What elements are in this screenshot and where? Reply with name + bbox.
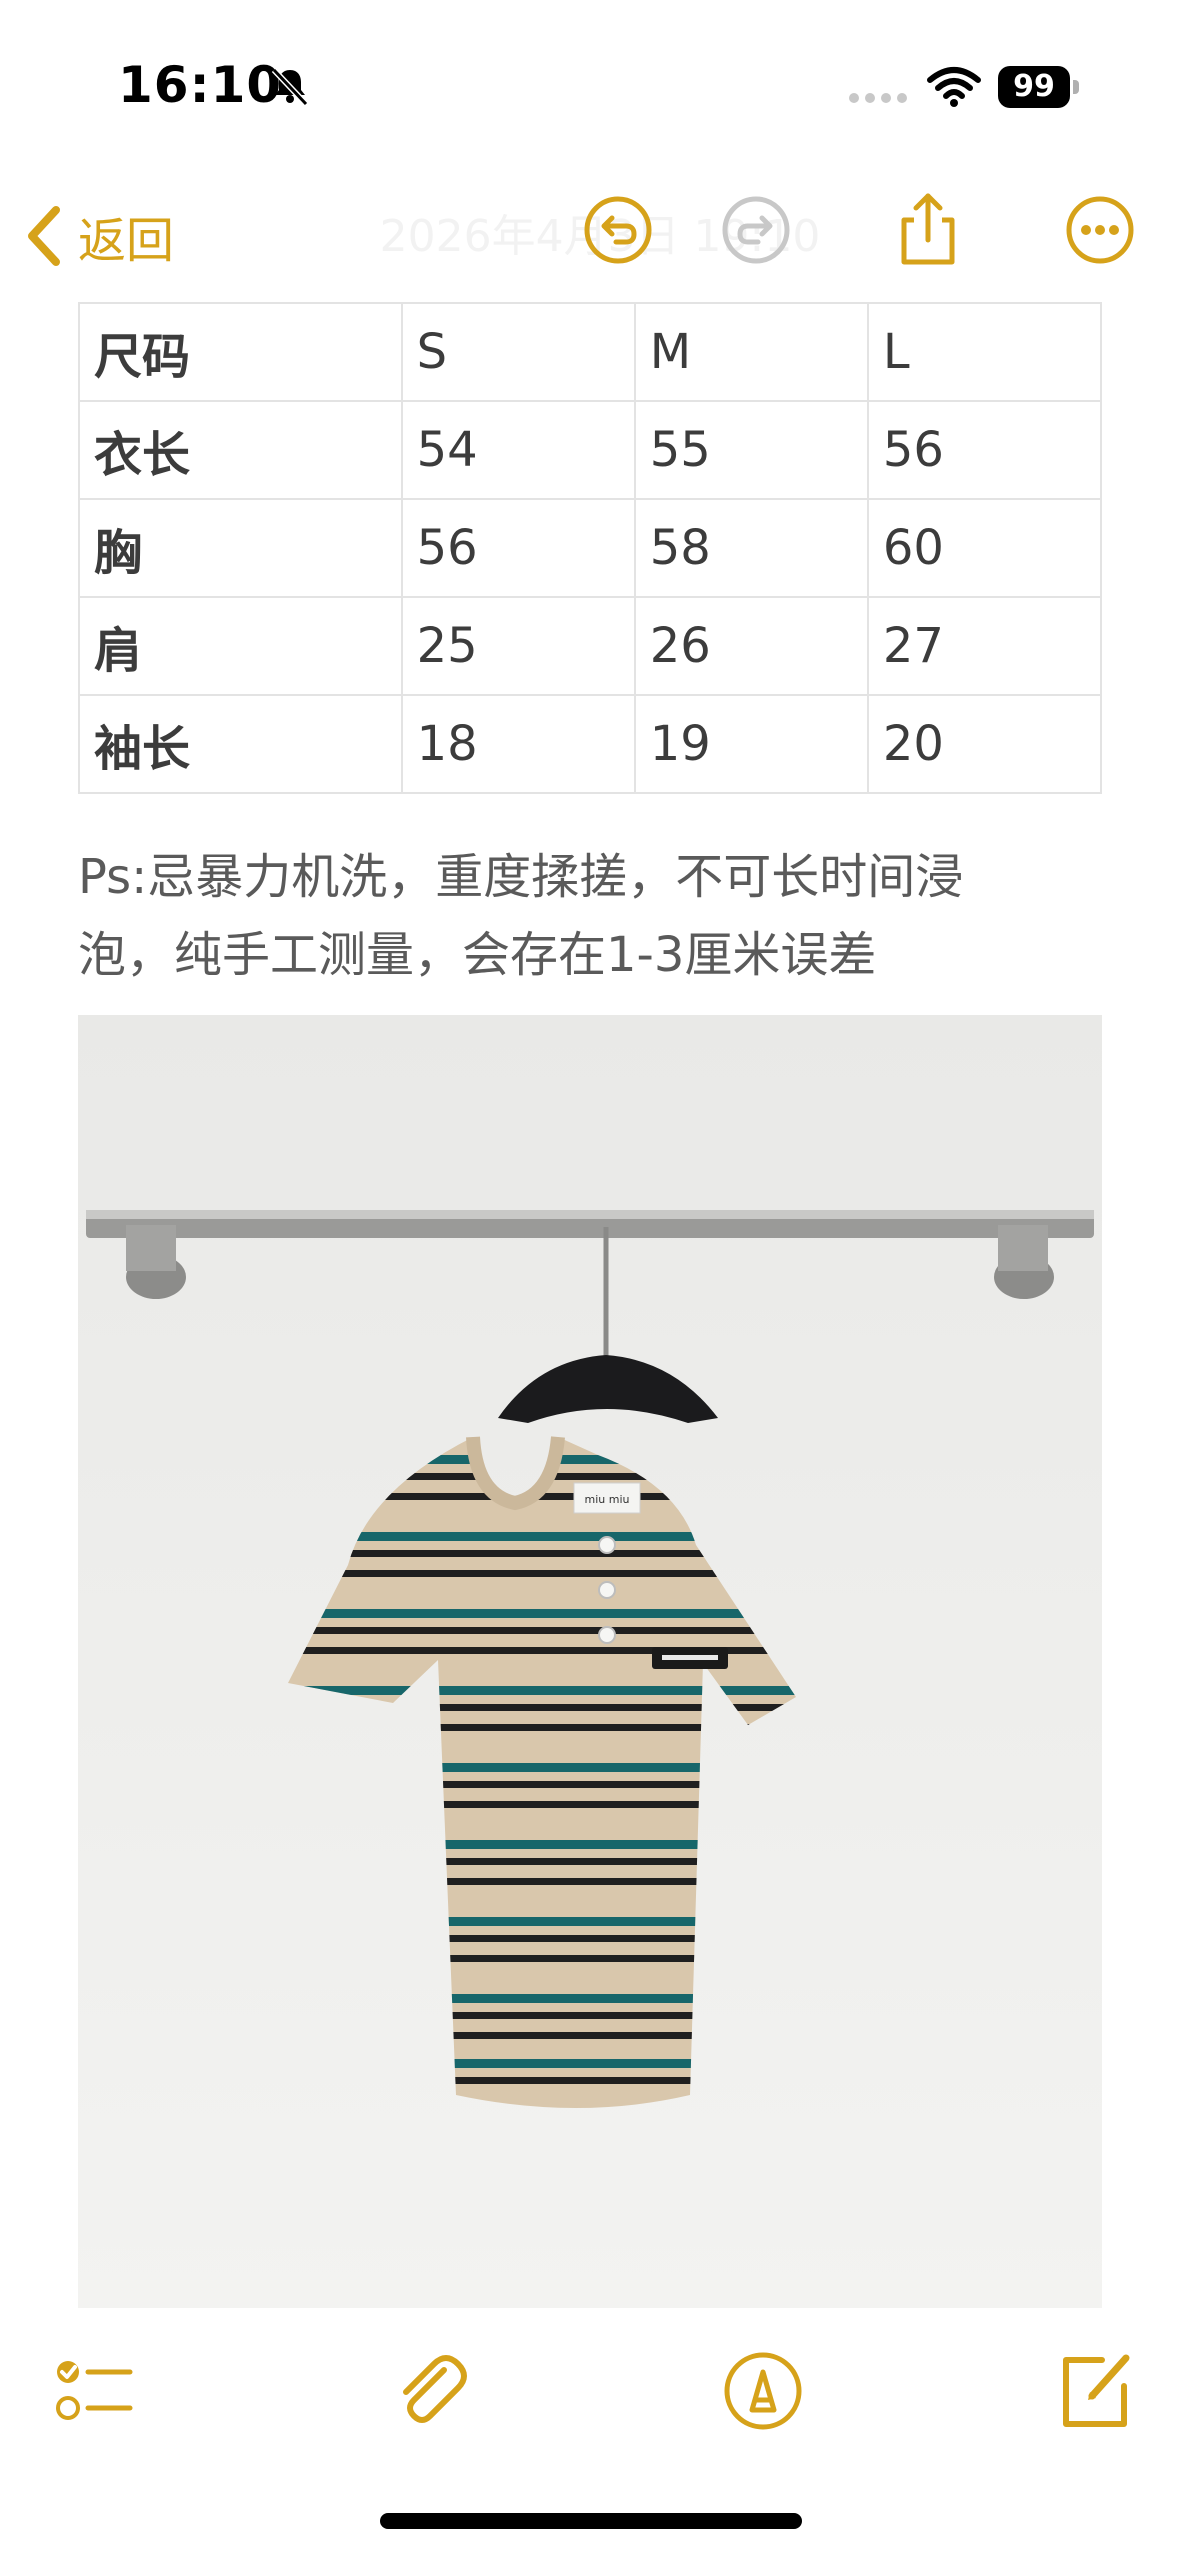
checklist-icon[interactable]: [50, 2348, 136, 2434]
product-photo[interactable]: miu miu: [78, 1015, 1102, 2308]
share-icon[interactable]: [888, 190, 968, 270]
size-table: 尺码 S M L 衣长 54 55 56 胸 56 58 60 肩 25 26 …: [78, 302, 1103, 794]
signal-dots-icon: [849, 93, 907, 103]
back-button[interactable]: 返回: [24, 196, 174, 276]
battery-tip: [1073, 80, 1079, 94]
photo-label-text: miu miu: [585, 1493, 630, 1506]
wifi-icon: [927, 67, 981, 107]
compose-icon[interactable]: [1052, 2348, 1138, 2434]
table-row: 袖长 18 19 20: [78, 694, 1103, 794]
product-photo-drawing: miu miu: [78, 1015, 1102, 2308]
table-cell[interactable]: 56: [866, 400, 1103, 500]
home-indicator[interactable]: [380, 2513, 802, 2529]
care-note-line: 泡，纯手工测量，会存在1-3厘米误差: [78, 927, 877, 983]
battery-level: 99: [998, 66, 1070, 108]
table-cell[interactable]: 尺码: [78, 302, 403, 402]
table-cell[interactable]: 19: [633, 694, 869, 794]
chevron-left-icon: [28, 206, 60, 266]
back-label: 返回: [78, 213, 175, 269]
table-cell[interactable]: 20: [866, 694, 1103, 794]
table-cell[interactable]: 肩: [78, 596, 403, 696]
table-cell[interactable]: 55: [633, 400, 869, 500]
table-cell[interactable]: 胸: [78, 498, 403, 598]
nav-bar: 返回 2026年4月3日 19:10: [0, 160, 1179, 300]
table-cell[interactable]: 26: [633, 596, 869, 696]
table-row: 衣长 54 55 56: [78, 400, 1103, 500]
silent-bell-icon: [271, 67, 309, 107]
more-icon[interactable]: [1060, 190, 1140, 270]
care-note[interactable]: Ps:忌暴力机洗，重度揉搓，不可长时间浸 泡，纯手工测量，会存在1-3厘米误差: [78, 838, 1108, 994]
table-cell[interactable]: S: [400, 302, 636, 402]
bottom-toolbar: [0, 2320, 1179, 2470]
table-cell[interactable]: 18: [400, 694, 636, 794]
table-cell[interactable]: M: [633, 302, 869, 402]
table-row: 肩 25 26 27: [78, 596, 1103, 696]
care-note-line: Ps:忌暴力机洗，重度揉搓，不可长时间浸: [78, 849, 964, 905]
status-time: 16:10: [118, 56, 283, 114]
table-cell[interactable]: L: [866, 302, 1103, 402]
table-cell[interactable]: 27: [866, 596, 1103, 696]
table-cell[interactable]: 54: [400, 400, 636, 500]
table-cell[interactable]: 衣长: [78, 400, 403, 500]
table-cell[interactable]: 60: [866, 498, 1103, 598]
redo-icon[interactable]: [716, 190, 796, 270]
table-cell[interactable]: 58: [633, 498, 869, 598]
table-row: 胸 56 58 60: [78, 498, 1103, 598]
table-cell[interactable]: 25: [400, 596, 636, 696]
markup-pen-icon[interactable]: [720, 2348, 806, 2434]
undo-icon[interactable]: [578, 190, 658, 270]
battery-indicator: 99: [998, 66, 1080, 108]
status-bar: 16:10 99: [0, 0, 1179, 160]
table-row: 尺码 S M L: [78, 302, 1103, 402]
paperclip-icon[interactable]: [388, 2348, 474, 2434]
table-cell[interactable]: 袖长: [78, 694, 403, 794]
table-cell[interactable]: 56: [400, 498, 636, 598]
